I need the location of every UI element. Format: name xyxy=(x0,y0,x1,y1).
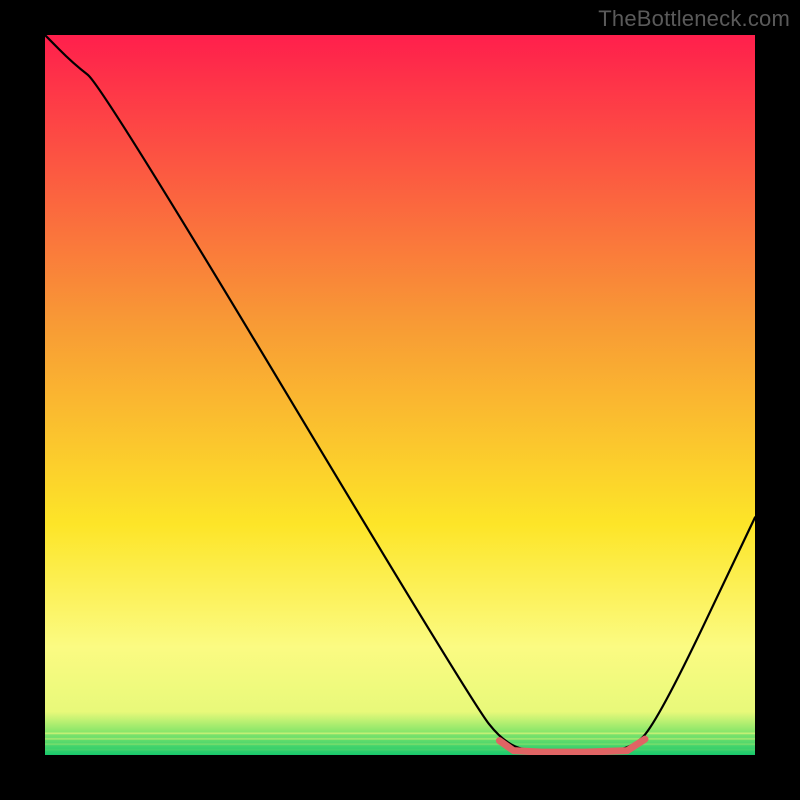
watermark-text: TheBottleneck.com xyxy=(598,6,790,32)
chart-container xyxy=(45,35,755,755)
gradient-background xyxy=(45,35,755,755)
